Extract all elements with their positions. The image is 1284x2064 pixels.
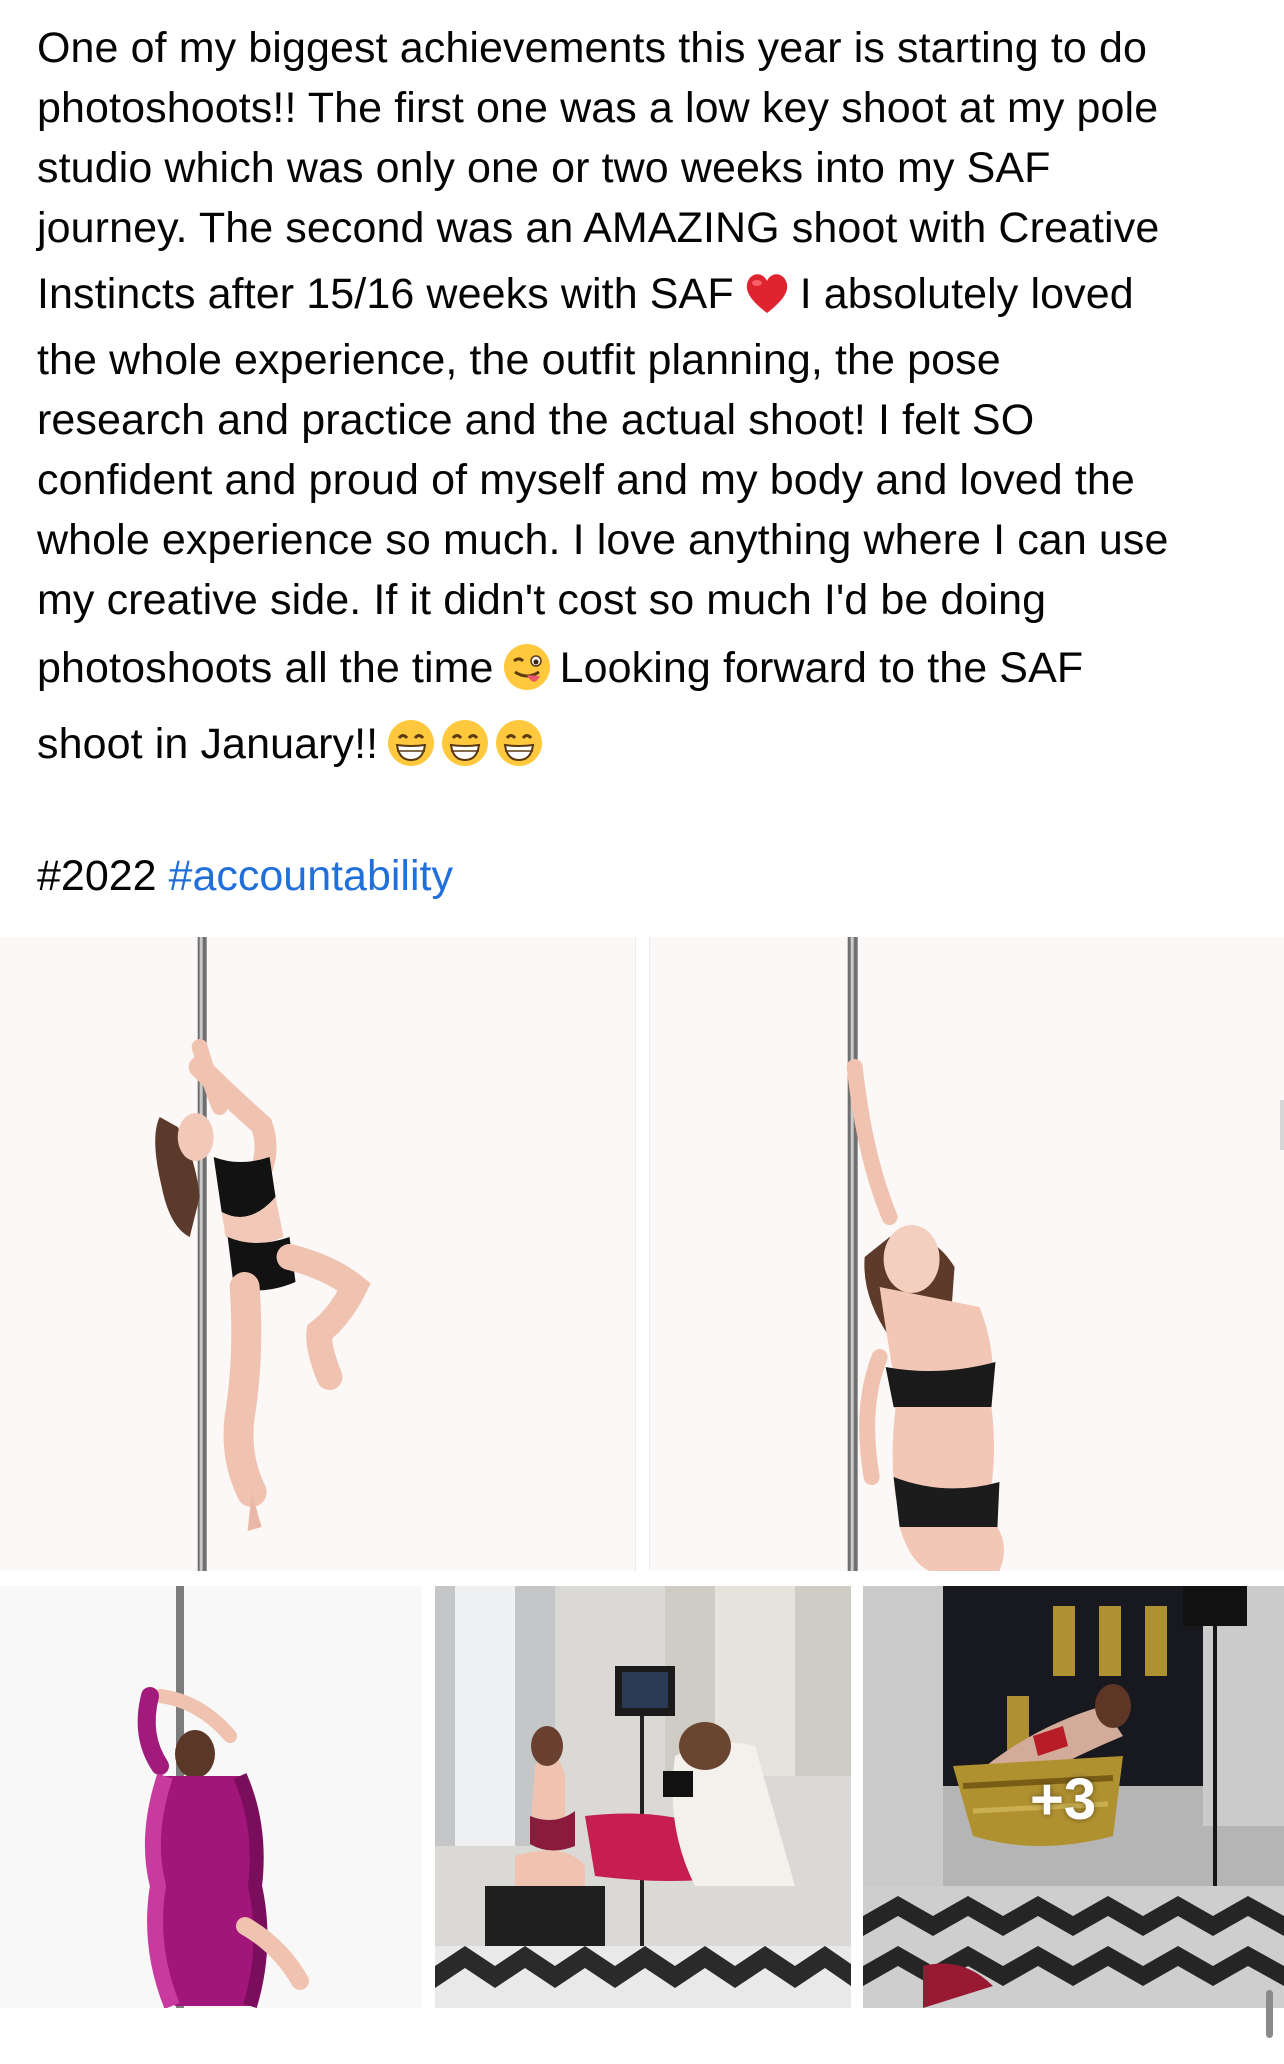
- post-body-text: One of my biggest achievements this year…: [37, 18, 1257, 782]
- hashtags: #2022 #accountability: [37, 846, 453, 906]
- post-text-line: One of my biggest achievements this year…: [37, 24, 1148, 72]
- post-photo-1[interactable]: [0, 937, 636, 1571]
- post-photo-2[interactable]: [649, 937, 1284, 1571]
- post-text-line-with-wink: photoshoots all the time Looking forward …: [37, 630, 1257, 706]
- facebook-post: One of my biggest achievements this year…: [0, 0, 1284, 2064]
- red-heart-icon: [742, 268, 792, 318]
- post-text-segment: Instincts after 15/16 weeks with SAF: [37, 270, 734, 318]
- post-text-segment: I absolutely loved: [799, 270, 1134, 318]
- post-text-line: photoshoots!! The first one was a low ke…: [37, 84, 1159, 132]
- post-photo-3[interactable]: [0, 1586, 422, 2008]
- post-text-line: confident and proud of myself and my bod…: [37, 456, 1135, 504]
- winking-tongue-face-icon: [502, 642, 552, 692]
- post-text-line-with-grins: shoot in January!!: [37, 706, 1257, 782]
- post-text-line: studio which was only one or two weeks i…: [37, 144, 1051, 192]
- post-text-line: my creative side. If it didn't cost so m…: [37, 576, 1047, 624]
- post-text-line: research and practice and the actual sho…: [37, 396, 1035, 444]
- post-text-line-with-heart: Instincts after 15/16 weeks with SAF I ab…: [37, 258, 1257, 330]
- grinning-face-icon: [494, 718, 544, 768]
- scrollbar-thumb[interactable]: [1266, 1990, 1273, 2038]
- hashtag-2022[interactable]: #2022: [37, 852, 157, 900]
- post-text-line: whole experience so much. I love anythin…: [37, 516, 1169, 564]
- post-text-segment: Looking forward to the SAF: [559, 644, 1084, 692]
- post-text-line: journey. The second was an AMAZING shoot…: [37, 204, 1160, 252]
- hashtag-accountability-link[interactable]: #accountability: [169, 852, 453, 900]
- more-photos-count[interactable]: +3: [1030, 1766, 1096, 1833]
- post-text-segment: photoshoots all the time: [37, 644, 494, 692]
- grinning-face-icon: [386, 718, 436, 768]
- post-photo-4[interactable]: [435, 1586, 851, 2008]
- post-text-segment: shoot in January!!: [37, 720, 379, 768]
- grinning-face-icon: [440, 718, 490, 768]
- scroll-edge-indicator: [1280, 1100, 1284, 1150]
- post-text-line: the whole experience, the outfit plannin…: [37, 336, 1001, 384]
